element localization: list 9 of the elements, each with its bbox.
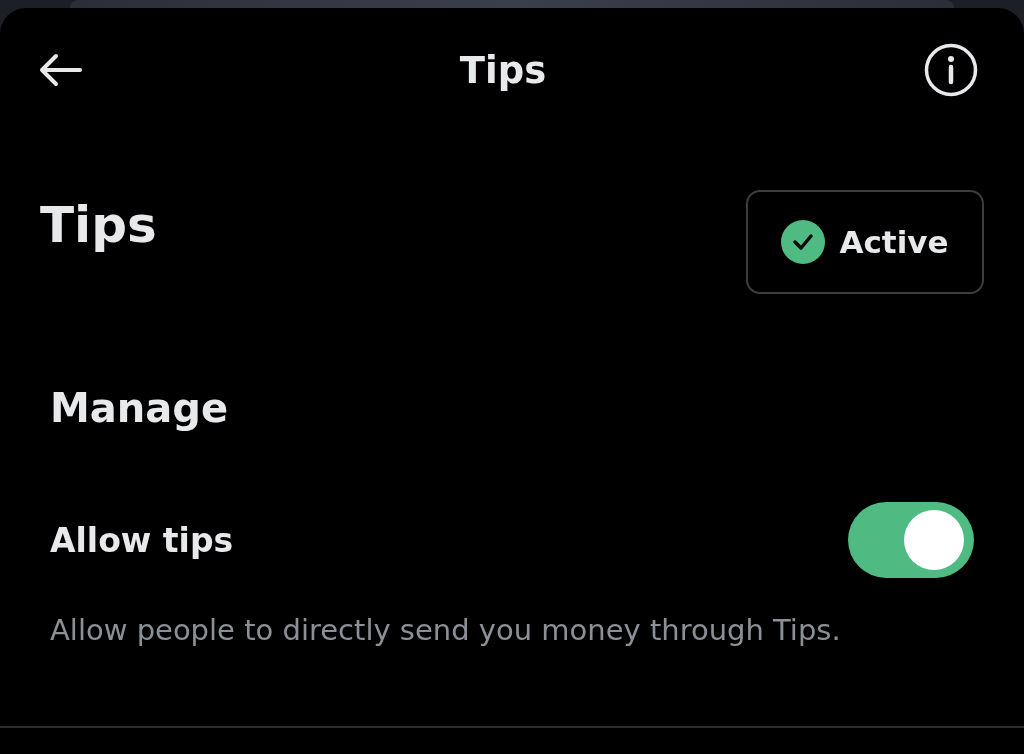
- setting-label: Allow tips: [50, 520, 234, 560]
- back-arrow-icon[interactable]: [38, 53, 82, 87]
- section-title: Manage: [49, 384, 230, 433]
- check-circle-icon: [781, 220, 826, 264]
- page-heading: Tips: [40, 195, 157, 256]
- info-icon[interactable]: [924, 43, 978, 97]
- status-label: Active: [839, 224, 949, 260]
- setting-description: Allow people to directly send you money through Tips.: [49, 612, 842, 649]
- header-title: Tips: [459, 48, 547, 92]
